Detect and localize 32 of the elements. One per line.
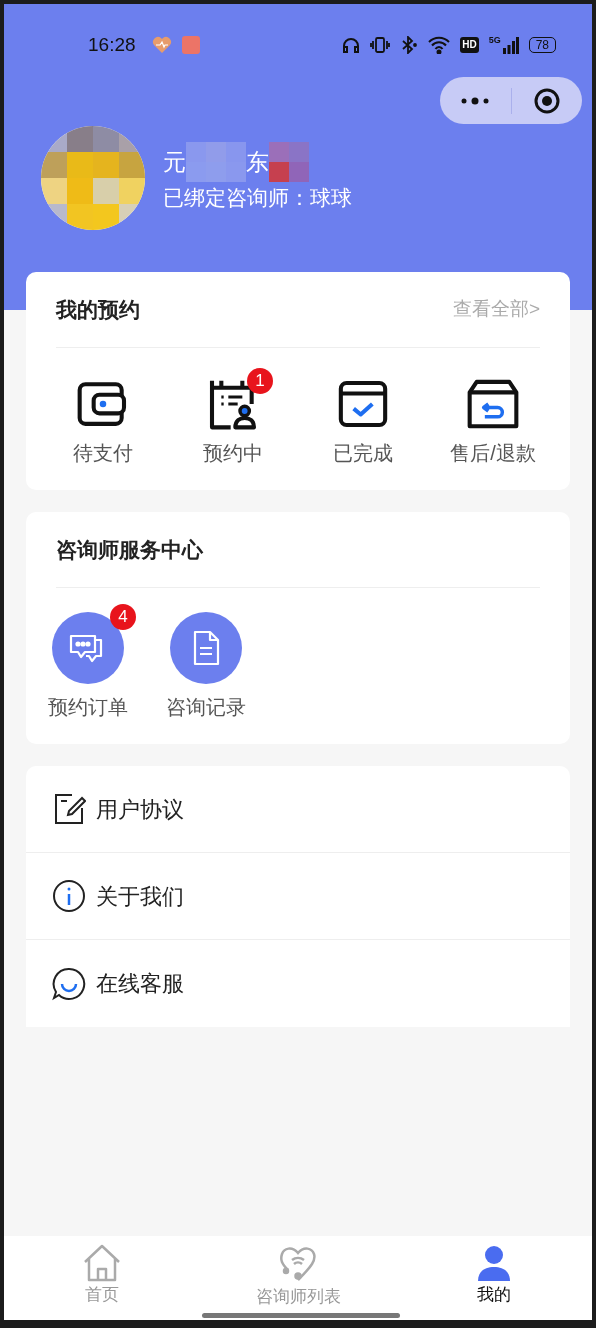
service-item[interactable]: 4 预约订单 (34, 602, 142, 722)
chat-smile-icon (52, 966, 86, 1001)
bluetooth-icon (400, 36, 419, 54)
service-item[interactable]: 咨询记录 (152, 602, 260, 722)
signal-icon (502, 36, 519, 54)
count-badge: 1 (247, 368, 273, 394)
network-type: 5G (488, 36, 501, 45)
menu-item[interactable]: 在线客服 (26, 940, 570, 1027)
status-time: 16:28 (88, 32, 136, 57)
user-name: 元 (163, 148, 186, 177)
appointment-status-item[interactable]: 待支付 (38, 366, 168, 468)
home-icon (82, 1244, 122, 1282)
appointment-status-item[interactable]: 售后/退款 (428, 366, 558, 468)
hd-indicator: HD (460, 37, 479, 53)
appointment-status-item[interactable]: 1 预约中 (168, 366, 298, 468)
battery-indicator: 78 (528, 37, 556, 53)
user-name: 东 (246, 148, 269, 177)
menu-item[interactable]: 关于我们 (26, 853, 570, 940)
section-title: 我的预约 (56, 296, 140, 323)
vibrate-icon (370, 36, 391, 54)
info-icon (52, 879, 86, 913)
section-title: 咨询师服务中心 (56, 536, 203, 563)
menu-item[interactable]: 用户协议 (26, 766, 570, 853)
tab-item[interactable]: 我的 (396, 1244, 592, 1320)
headphones-icon (342, 36, 361, 54)
edit-note-icon (52, 792, 86, 826)
count-badge: 4 (110, 604, 136, 630)
wifi-icon (428, 36, 451, 54)
user-icon (475, 1244, 513, 1282)
bound-counselor: 已绑定咨询师：球球 (163, 185, 352, 212)
heart-rate-icon (151, 36, 172, 54)
appointment-status-item[interactable]: 已完成 (298, 366, 428, 468)
